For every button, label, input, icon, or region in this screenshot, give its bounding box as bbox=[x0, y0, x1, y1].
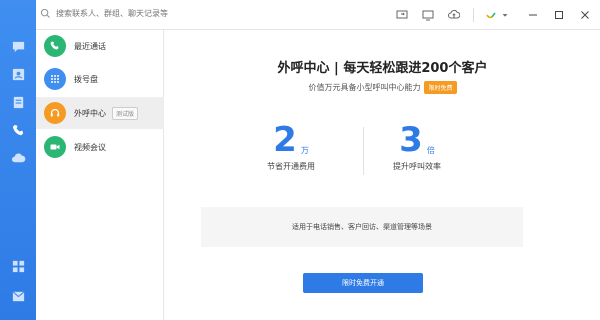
minimize-icon[interactable] bbox=[524, 6, 542, 24]
search-box[interactable] bbox=[40, 8, 196, 19]
stat-efficiency: 3倍 提升呼叫效率 bbox=[357, 123, 477, 172]
search-icon bbox=[40, 8, 51, 19]
sidebar-item-label: 外呼中心 bbox=[74, 108, 106, 118]
sidebar-item-dialpad[interactable]: 拨号盘 bbox=[36, 63, 164, 95]
sidebar-item-label: 视频会议 bbox=[74, 142, 106, 152]
maximize-icon[interactable] bbox=[550, 6, 568, 24]
free-limited-badge: 限时免费 bbox=[424, 81, 457, 94]
beta-badge: 测试版 bbox=[112, 106, 139, 120]
sidebar-item-outbound-center[interactable]: 外呼中心 测试版 bbox=[36, 97, 164, 129]
phone-call-icon bbox=[44, 35, 66, 57]
monitor-icon[interactable] bbox=[419, 6, 437, 24]
sidebar-item-label: 最近通话 bbox=[74, 41, 106, 51]
cloud-upload-icon[interactable] bbox=[445, 6, 463, 24]
close-icon[interactable] bbox=[576, 6, 594, 24]
search-input[interactable] bbox=[56, 9, 196, 18]
chat-icon[interactable] bbox=[10, 38, 26, 54]
top-bar bbox=[36, 0, 600, 30]
cloud-icon[interactable] bbox=[10, 150, 26, 166]
stat-label: 提升呼叫效率 bbox=[393, 162, 441, 171]
subtitle-text: 价值万元具备小型呼叫中心能力 bbox=[308, 83, 421, 92]
call-sidebar: 最近通话 拨号盘 外呼中心 测试版 视频会议 bbox=[36, 30, 164, 320]
stat-value: 2 bbox=[273, 120, 297, 160]
subtitle-row: 价值万元具备小型呼叫中心能力 限时免费 bbox=[165, 81, 600, 94]
contacts-icon[interactable] bbox=[10, 66, 26, 82]
video-meeting-icon bbox=[44, 136, 66, 158]
stat-unit: 万 bbox=[300, 146, 309, 155]
stat-label: 节省开通费用 bbox=[267, 162, 315, 171]
screen-share-icon[interactable] bbox=[393, 6, 411, 24]
page-title: 外呼中心 | 每天轻松跟进200个客户 bbox=[277, 61, 488, 76]
use-case-note: 适用于电话销售、客户回访、渠道管理等场景 bbox=[201, 207, 523, 247]
apps-grid-icon[interactable] bbox=[10, 258, 26, 274]
mail-icon[interactable] bbox=[10, 288, 26, 304]
toolbar-divider bbox=[473, 8, 474, 22]
left-rail bbox=[0, 0, 36, 320]
phone-icon[interactable] bbox=[10, 122, 26, 138]
stat-unit: 倍 bbox=[426, 146, 435, 155]
user-status-icon[interactable] bbox=[482, 6, 500, 24]
outbound-promo-panel: 外呼中心 | 每天轻松跟进200个客户 价值万元具备小型呼叫中心能力 限时免费 … bbox=[165, 31, 600, 320]
dialpad-icon bbox=[44, 68, 66, 90]
sidebar-item-video-meeting[interactable]: 视频会议 bbox=[36, 131, 164, 163]
sidebar-item-recent-calls[interactable]: 最近通话 bbox=[36, 30, 164, 62]
stat-value: 3 bbox=[399, 120, 423, 160]
use-case-text: 适用于电话销售、客户回访、渠道管理等场景 bbox=[292, 223, 432, 231]
free-activate-button[interactable]: 限时免费开通 bbox=[303, 273, 423, 293]
sidebar-item-label: 拨号盘 bbox=[74, 74, 98, 84]
notebook-icon[interactable] bbox=[10, 94, 26, 110]
stat-cost-saving: 2万 节省开通费用 bbox=[231, 123, 351, 172]
headset-icon bbox=[44, 102, 66, 124]
dropdown-icon[interactable] bbox=[500, 6, 510, 24]
